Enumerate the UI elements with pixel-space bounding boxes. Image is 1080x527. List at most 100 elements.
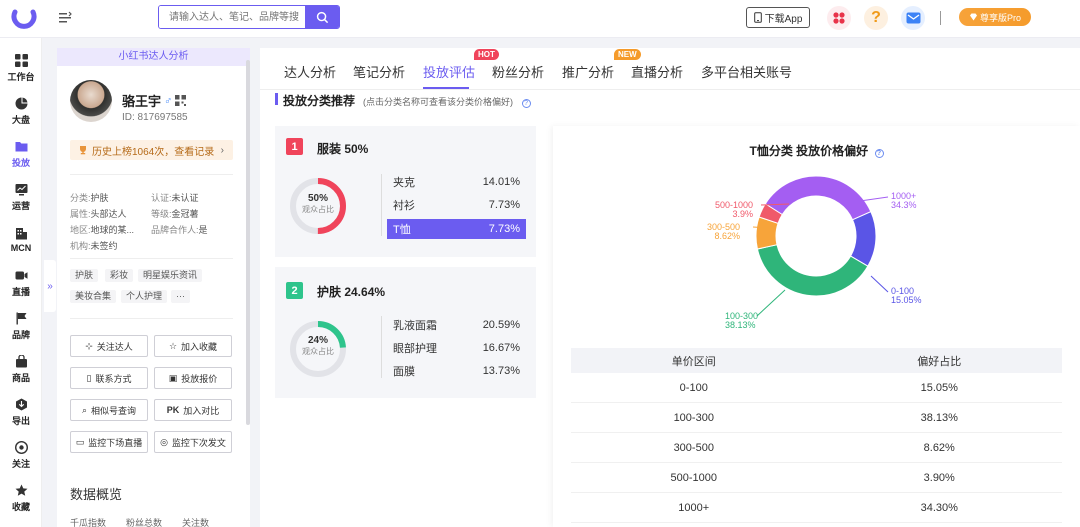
category-card: 1 服装 50% 50% 观众占比 夹克 14.01% 衬衫 7.73% T恤 7.7… [275, 126, 536, 257]
subcategory-row[interactable]: 眼部护理 16.67% [387, 338, 526, 358]
nav-item-favorites[interactable]: 收藏 [0, 480, 42, 516]
app-logo-icon[interactable] [10, 5, 38, 33]
donut-slice-100-300[interactable] [756, 244, 869, 297]
subcategory-row-selected[interactable]: T恤 7.73% [387, 219, 526, 239]
monitor-next-live-button[interactable]: ▭ 监控下场直播 [70, 431, 148, 453]
panel-expand-toggle[interactable]: » [44, 260, 56, 312]
tabs-divider [260, 89, 1080, 90]
field-value: 未认证 [171, 193, 199, 203]
tab-multi-platform-accounts[interactable]: 多平台相关账号 [701, 62, 792, 81]
button-label: 投放报价 [181, 373, 218, 384]
search-input[interactable] [159, 6, 305, 28]
tags-more-button[interactable]: ··· [171, 290, 190, 303]
bulb-icon: ◎ [160, 436, 168, 447]
nav-item-export[interactable]: 导出 [0, 394, 42, 430]
nav-item-mcn[interactable]: MCN [0, 222, 42, 258]
placement-quote-button[interactable]: ▣ 投放报价 [154, 367, 232, 389]
top-bar: 下载App ? 尊享版Pro [0, 0, 1080, 38]
add-compare-button[interactable]: PK 加入对比 [154, 399, 232, 421]
history-ranking-link[interactable]: 历史上榜1064次，查看记录 › [70, 140, 233, 160]
nav-item-goods[interactable]: 商品 [0, 351, 42, 387]
qr-code-icon[interactable] [175, 95, 187, 106]
profile-panel: 小红书达人分析 骆王宇 ♂ ID: 817697585 历史上榜1064次，查看… [57, 48, 250, 527]
help-button[interactable]: ? [864, 6, 888, 30]
slice-label-1000plus: 1000+ 34.3% [891, 192, 917, 210]
tab-fans-analysis[interactable]: 粉丝分析 [492, 62, 544, 81]
tab-promotion-analysis[interactable]: 推广分析 [562, 62, 614, 81]
slice-label-300-500: 300-500 8.62% [707, 223, 740, 241]
nav-item-label: 商品 [11, 372, 30, 383]
tab-note-analysis[interactable]: 笔记分析 [353, 62, 405, 81]
field-key: 机构: [70, 241, 91, 251]
tab-influencer-analysis[interactable]: 达人分析 [284, 62, 336, 81]
field-value: 头部达人 [90, 209, 127, 219]
subcategory-row[interactable]: 夹克 14.01% [387, 172, 526, 192]
donut-slice-1000plus[interactable] [764, 175, 872, 221]
subcategory-name: 乳液面霜 [393, 320, 437, 332]
add-favorite-button[interactable]: ☆ 加入收藏 [154, 335, 232, 357]
table-header-row: 单价区间 偏好占比 [571, 348, 1062, 373]
price-preference-donut-chart [752, 175, 889, 317]
metric-label: 粉丝总数 [126, 518, 163, 527]
nav-item-workbench[interactable]: 工作台 [0, 50, 42, 86]
subcategory-value: 14.01% [482, 176, 520, 188]
nav-item-operations[interactable]: 运营 [0, 179, 42, 215]
profile-scrollbar[interactable] [246, 60, 250, 425]
tab-live-analysis[interactable]: 直播分析 [631, 62, 683, 81]
table-cell: 500-1000 [670, 471, 718, 484]
tag: 彩妆 [105, 269, 134, 282]
divider [381, 174, 382, 236]
download-app-button[interactable]: 下载App [746, 7, 810, 28]
category-title[interactable]: 护肤 24.64% [317, 283, 385, 300]
info-icon[interactable]: ? [521, 99, 531, 108]
menu-toggle-icon[interactable] [58, 11, 72, 25]
follow-icon: ⊹ [85, 340, 93, 351]
ring-percent: 24% [307, 335, 328, 346]
nav-item-live[interactable]: 直播 [0, 265, 42, 301]
tab-placement-evaluation[interactable]: 投放评估 [423, 62, 475, 81]
monitor-next-post-button[interactable]: ◎ 监控下次发文 [154, 431, 232, 453]
nav-item-label: 工作台 [7, 71, 35, 82]
table-cell: 8.62% [923, 441, 955, 454]
divider [70, 318, 233, 319]
nav-item-market[interactable]: 大盘 [0, 93, 42, 129]
live-icon: ▭ [75, 436, 85, 447]
subcategory-value: 7.73% [488, 199, 520, 211]
similar-account-search-button[interactable]: ⌕ 相似号查询 [70, 399, 148, 421]
nav-item-follow[interactable]: 关注 [0, 437, 42, 473]
pk-icon: PK [166, 405, 180, 415]
table-cell: 300-500 [673, 441, 714, 454]
pro-label: 尊享版Pro [979, 12, 1021, 23]
field-value: 护肤 [90, 193, 109, 203]
button-label: 监控下场直播 [88, 437, 143, 448]
mail-icon [906, 12, 920, 24]
left-nav: 工作台 大盘 投放 运营 MCN 直播 品牌 商品 导出 关注 收藏 [0, 38, 42, 527]
nav-item-brand[interactable]: 品牌 [0, 308, 42, 344]
avatar [70, 80, 112, 122]
nav-item-label: 品牌 [11, 329, 30, 340]
follow-influencer-button[interactable]: ⊹ 关注达人 [70, 335, 148, 357]
table-cell: 34.30% [920, 501, 958, 514]
pro-upgrade-button[interactable]: 尊享版Pro [959, 8, 1031, 26]
search-button[interactable] [305, 6, 339, 28]
field-category: 分类:护肤 [70, 191, 150, 204]
subcategory-value: 20.59% [482, 319, 520, 331]
diamond-icon [969, 13, 977, 21]
double-chevron-right-icon: » [47, 280, 53, 292]
field-value: 未签约 [90, 241, 118, 251]
profile-id: ID: 817697585 [122, 112, 188, 123]
subcategory-row[interactable]: 衬衫 7.73% [387, 195, 526, 215]
metric-label: 千瓜指数 [70, 518, 107, 527]
subcategory-row[interactable]: 乳液面霜 20.59% [387, 315, 526, 335]
subcategory-name: 眼部护理 [393, 343, 437, 355]
contact-info-button[interactable]: ▯ 联系方式 [70, 367, 148, 389]
grid-icon [14, 53, 28, 67]
star-outline-icon: ☆ [168, 340, 178, 351]
table-row: 100-300 38.13% [571, 403, 1062, 433]
nav-item-placement[interactable]: 投放 [0, 136, 42, 172]
main-panel: 达人分析 笔记分析 投放评估 HOT 粉丝分析 推广分析 NEW 直播分析 多平… [260, 48, 1080, 527]
category-title[interactable]: 服装 50% [317, 140, 368, 157]
apps-button[interactable] [827, 6, 851, 30]
messages-button[interactable] [901, 6, 925, 30]
subcategory-row[interactable]: 面膜 13.73% [387, 361, 526, 381]
